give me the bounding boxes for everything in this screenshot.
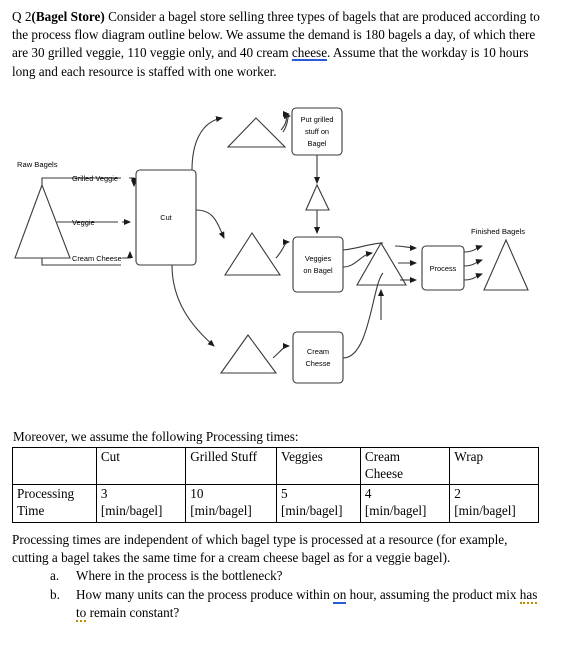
cut-box-label: Cut xyxy=(160,213,172,222)
intro-line-4a: and 40 cream xyxy=(217,45,292,61)
table-header-cream-cheese: Cream Cheese xyxy=(359,447,451,485)
closing-line-3: veggie bagel). xyxy=(375,550,451,566)
closing-line-1: Processing times are independent of whic… xyxy=(12,532,434,547)
sub-question-b-text: How many units can the process produce w… xyxy=(76,586,540,622)
sub-b-text-d: remain constant? xyxy=(86,604,180,620)
process-flow-diagram: Raw Bagels Grilled Veggie Veggie Cream C… xyxy=(0,100,583,425)
put-grilled-box-label: Put grilled xyxy=(301,115,334,124)
sub-b-text-c: product mix xyxy=(452,586,520,602)
sub-question-b: b. How many units can the process produc… xyxy=(50,586,540,622)
cut-to-cream-buffer-arrow xyxy=(171,264,215,347)
closing-paragraph: Processing times are independent of whic… xyxy=(12,531,540,567)
spellcheck-underline-on: on xyxy=(333,586,347,604)
row-label-line1: Processing xyxy=(17,486,75,501)
cell-cream-unit: [min/bagel] xyxy=(364,502,427,518)
grilled-buffer-triangle xyxy=(226,117,287,148)
cell-cut-value: 3 xyxy=(100,486,108,501)
table-header-veggies: Veggies xyxy=(276,447,361,485)
process-out-3 xyxy=(463,273,483,281)
process-out-1 xyxy=(463,245,483,253)
cell-cream-value: 4 xyxy=(364,486,372,501)
table-header-row: Cut Grilled Stuff Veggies Cream Cheese W… xyxy=(12,447,539,485)
buffer-to-process-1 xyxy=(394,244,417,251)
worksheet-page: Q 2(Bagel Store) Consider a bagel store … xyxy=(0,0,583,658)
cell-wrap-time: 2 [min/bagel] xyxy=(449,484,539,523)
raw-bagels-label: Raw Bagels xyxy=(17,160,58,169)
veggies-box-label-2: on Bagel xyxy=(303,266,333,275)
cell-wrap-unit: [min/bagel] xyxy=(454,502,516,518)
cell-grilled-time: 10 [min/bagel] xyxy=(185,484,278,523)
veggie-buffer-triangle xyxy=(223,231,282,276)
cream-cheese-header-line2: Cheese xyxy=(364,465,403,481)
cell-veggies-unit: [min/bagel] xyxy=(281,502,343,518)
veggies-on-bagel-box-shape xyxy=(292,236,344,293)
grilled-inventory-triangle xyxy=(305,183,330,211)
veggies-box-label: Veggies xyxy=(305,254,332,263)
sub-b-text-a: How many units can the process produce w… xyxy=(76,586,334,602)
flow-label-cream-cheese: Cream Cheese xyxy=(72,254,122,263)
processing-times-table: Cut Grilled Stuff Veggies Cream Cheese W… xyxy=(12,447,539,523)
put-grilled-box-label-2: stuff on xyxy=(305,127,329,136)
question-intro-paragraph: Q 2(Bagel Store) Consider a bagel store … xyxy=(12,8,540,81)
cream-box-label: Cream xyxy=(307,347,329,356)
sub-question-a-marker: a. xyxy=(50,568,60,584)
sub-question-b-marker: b. xyxy=(50,586,60,602)
intro-line-1: Consider a bagel store selling three typ… xyxy=(104,9,419,24)
cell-wrap-value: 2 xyxy=(454,486,461,501)
sub-question-a-text: Where in the process is the bottleneck? xyxy=(76,568,283,584)
flow-label-grilled-veggie: Grilled Veggie xyxy=(72,174,118,183)
finished-bagels-label: Finished Bagels xyxy=(471,227,525,236)
question-number: Q 2 xyxy=(12,9,32,24)
cream-box-label-2: Chesse xyxy=(305,359,330,368)
finished-bagels-triangle xyxy=(483,238,529,291)
cream-out-1 xyxy=(342,272,384,359)
intro-line-5: is staffed with one worker. xyxy=(136,63,277,79)
flow-label-veggie: Veggie xyxy=(72,218,95,227)
cream-chesse-box-shape xyxy=(292,331,344,384)
table-row: Processing Time 3 [min/bagel] 10 [min/ba… xyxy=(12,484,539,523)
question-title: (Bagel Store) xyxy=(31,9,105,24)
table-header-cut: Cut xyxy=(95,447,187,485)
table-header-wrap: Wrap xyxy=(449,447,539,485)
table-header-grilled-stuff: Grilled Stuff xyxy=(185,447,278,485)
cell-cream-cheese-time: 4 [min/bagel] xyxy=(359,484,451,523)
cream-buffer-to-box-arrow xyxy=(272,343,290,359)
cream-cheese-header-line1: Cream xyxy=(364,449,401,464)
closing-section: Processing times are independent of whic… xyxy=(12,531,540,622)
sub-question-a: a. Where in the process is the bottlenec… xyxy=(50,567,540,585)
put-grilled-box-label-3: Bagel xyxy=(308,139,327,148)
table-header-blank xyxy=(12,447,97,485)
process-box-label: Process xyxy=(430,264,457,273)
row-label-processing-time: Processing Time xyxy=(12,484,97,523)
sub-b-text-b: hour, assuming the xyxy=(346,586,450,602)
veggie-buffer-to-box-arrow xyxy=(275,239,290,259)
cell-grilled-unit: [min/bagel] xyxy=(190,502,252,518)
cream-buffer-triangle xyxy=(219,334,278,374)
cell-grilled-value: 10 xyxy=(190,486,204,501)
cell-cut-time: 3 [min/bagel] xyxy=(95,484,187,523)
veggies-out-2 xyxy=(342,251,373,268)
cut-to-grilled-buffer-arrow xyxy=(191,116,223,171)
row-label-line2: Time xyxy=(17,502,45,518)
cell-veggies-value: 5 xyxy=(281,486,288,501)
process-out-2 xyxy=(463,259,483,267)
cell-veggies-time: 5 [min/bagel] xyxy=(276,484,361,523)
wrap-buffer-triangle xyxy=(356,241,407,286)
cell-cut-unit: [min/bagel] xyxy=(100,502,163,518)
spellcheck-underline-cheese: cheese xyxy=(291,45,328,61)
cut-to-veggie-buffer-arrow xyxy=(195,209,225,239)
table-intro-text: Moreover, we assume the following Proces… xyxy=(13,429,299,444)
